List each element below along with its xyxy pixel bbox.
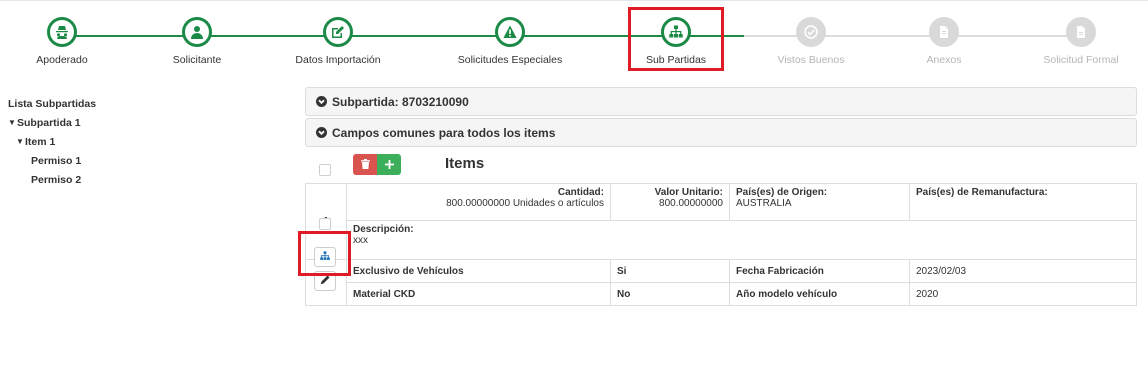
anio-modelo-label: Año modelo vehículo	[729, 282, 910, 306]
step-label: Solicitud Formal	[1043, 54, 1119, 66]
chevron-down-circle-icon	[316, 96, 327, 107]
highlight-tree-button	[298, 231, 351, 276]
subpartidas-tree: Lista Subpartidas ▼ Subpartida 1 ▼ Item …	[8, 94, 228, 189]
exclusivo-value: Si	[610, 259, 730, 283]
tree-node-label: Item 1	[25, 135, 56, 148]
step-label: Anexos	[926, 54, 962, 66]
step-label: Vistos Buenos	[777, 54, 845, 66]
pais-origen-label: País(es) de Origen:	[736, 187, 828, 198]
pais-remanufactura-label: País(es) de Remanufactura:	[916, 187, 1048, 198]
table-row: Descripción: xxx	[306, 220, 1137, 260]
user-icon	[182, 17, 212, 47]
table-row: Exclusivo de Vehículos Si Fecha Fabricac…	[305, 259, 1137, 306]
material-ckd-value: No	[610, 282, 730, 306]
campos-comunes-panel-header[interactable]: Campos comunes para todos los items	[305, 118, 1137, 147]
step-label: Solicitudes Especiales	[457, 54, 563, 66]
delete-button[interactable]	[353, 154, 377, 175]
items-title: Items	[445, 155, 485, 172]
chevron-down-circle-icon	[316, 127, 327, 138]
pais-origen-cell: País(es) de Origen: AUSTRALIA	[729, 183, 910, 221]
tree-node-item[interactable]: ▼ Item 1	[8, 132, 228, 151]
spy-icon	[47, 17, 77, 47]
row-select-checkbox[interactable]	[319, 218, 331, 230]
tree-node-permiso[interactable]: Permiso 1	[8, 151, 228, 170]
cantidad-label: Cantidad:	[557, 187, 604, 198]
tree-node-permiso[interactable]: Permiso 2	[8, 170, 228, 189]
pais-origen-value: AUSTRALIA	[736, 198, 792, 209]
exclusivo-label: Exclusivo de Vehículos	[346, 259, 611, 283]
tree-node-label: Subpartida 1	[17, 116, 81, 129]
valor-unitario-label: Valor Unitario:	[654, 187, 723, 198]
step-label: Datos Importación	[295, 54, 381, 66]
tree-title: Lista Subpartidas	[8, 97, 97, 110]
step-solicitante[interactable]: Solicitante	[127, 17, 267, 66]
step-anexos[interactable]: Anexos	[874, 17, 1014, 66]
fecha-fabricacion-label: Fecha Fabricación	[729, 259, 910, 283]
step-solicitudes-especiales[interactable]: Solicitudes Especiales	[440, 17, 580, 66]
valor-unitario-value: 800.00000000	[659, 198, 723, 209]
valor-unitario-cell: Valor Unitario: 800.00000000	[610, 183, 730, 221]
tree-node-subpartida[interactable]: ▼ Subpartida 1	[8, 113, 228, 132]
material-ckd-label: Material CKD	[346, 282, 611, 306]
step-apoderado[interactable]: Apoderado	[0, 17, 132, 66]
items-table: 1 Cantidad: 800.00000000 Unidades o artí…	[305, 183, 1137, 306]
panel-title: Subpartida: 8703210090	[332, 94, 469, 109]
table-row: Material CKD No Año modelo vehículo 2020	[306, 282, 1137, 306]
items-toolbar: Items	[305, 152, 1137, 180]
step-label: Apoderado	[36, 54, 88, 66]
step-label: Solicitante	[172, 54, 222, 66]
descripcion-label: Descripción:	[353, 224, 414, 235]
add-item-button[interactable]	[377, 154, 401, 175]
subpartida-panel-header[interactable]: Subpartida: 8703210090	[305, 87, 1137, 116]
highlight-sub-partidas	[628, 7, 724, 71]
descripcion-cell: Descripción: xxx	[346, 220, 1137, 260]
step-solicitud-formal[interactable]: Solicitud Formal	[1011, 17, 1148, 66]
warning-icon	[495, 17, 525, 47]
check-icon	[796, 17, 826, 47]
panel-title: Campos comunes para todos los items	[332, 125, 556, 140]
document-icon	[1066, 17, 1096, 47]
edit-icon	[323, 17, 353, 47]
step-datos-importacion[interactable]: Datos Importación	[268, 17, 408, 66]
descripcion-value: xxx	[353, 235, 368, 246]
wizard-stepper: Apoderado Solicitante Datos Importación …	[0, 0, 1148, 82]
plus-icon	[384, 156, 394, 174]
file-icon	[929, 17, 959, 47]
table-row: 1 Cantidad: 800.00000000 Unidades o artí…	[305, 183, 1137, 260]
fecha-fabricacion-value: 2023/02/03	[909, 259, 1137, 283]
cantidad-value: 800.00000000 Unidades o artículos	[446, 198, 604, 209]
pais-remanufactura-cell: País(es) de Remanufactura:	[909, 183, 1137, 221]
trash-icon	[360, 156, 370, 174]
cantidad-cell: Cantidad: 800.00000000 Unidades o artícu…	[346, 183, 611, 221]
caret-down-icon: ▼	[16, 137, 24, 146]
select-all-checkbox[interactable]	[319, 164, 331, 176]
caret-down-icon: ▼	[8, 118, 16, 127]
step-vistos-buenos[interactable]: Vistos Buenos	[741, 17, 881, 66]
anio-modelo-value: 2020	[909, 282, 1137, 306]
